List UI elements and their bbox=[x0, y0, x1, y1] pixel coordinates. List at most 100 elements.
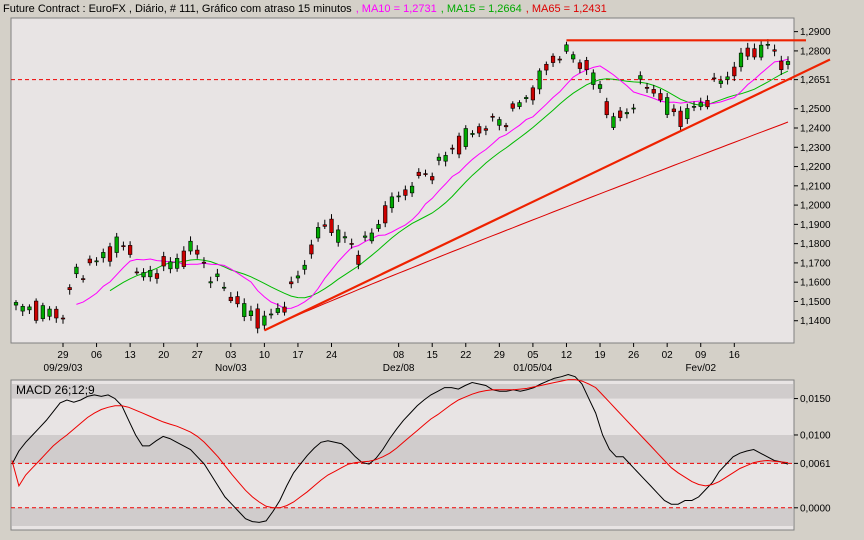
price-x-label: 16 bbox=[729, 350, 741, 361]
candle-body bbox=[618, 110, 623, 118]
price-y-label: 1,2800 bbox=[800, 46, 831, 57]
candle-body bbox=[611, 116, 616, 128]
candle-body bbox=[181, 250, 186, 267]
candle-body bbox=[685, 108, 690, 120]
candle-body bbox=[315, 227, 321, 239]
candle-body bbox=[571, 54, 576, 60]
candle-body bbox=[389, 196, 395, 209]
candle-body bbox=[577, 62, 582, 69]
candle-body bbox=[537, 70, 542, 90]
price-y-label: 1,1400 bbox=[800, 316, 831, 327]
candle-body bbox=[597, 84, 603, 89]
price-y-label: 1,2651 bbox=[800, 75, 831, 86]
candle-body bbox=[20, 306, 25, 312]
candle-body bbox=[497, 119, 502, 126]
candle-body bbox=[456, 135, 462, 155]
candle-body bbox=[215, 273, 220, 277]
candle-body bbox=[624, 112, 629, 115]
candle-body bbox=[289, 281, 294, 285]
macd-band bbox=[12, 434, 793, 464]
price-x-label: 27 bbox=[192, 350, 204, 361]
candle-body bbox=[81, 278, 86, 280]
candle-body bbox=[349, 243, 354, 245]
candle-body bbox=[510, 103, 515, 109]
ma10-label: , MA10 = 1,2731 bbox=[356, 3, 437, 15]
macd-y-label: 0,0000 bbox=[800, 503, 831, 514]
price-y-label: 1,1900 bbox=[800, 220, 831, 231]
svg-text:Future Contract : EuroFX , Diá: Future Contract : EuroFX , Diário, # 111… bbox=[3, 3, 607, 15]
price-x-label: 02 bbox=[662, 350, 674, 361]
price-x-label: 13 bbox=[125, 350, 137, 361]
candle-body bbox=[477, 126, 482, 134]
candle-body bbox=[13, 302, 19, 306]
candle-body bbox=[208, 281, 213, 284]
candle-body bbox=[651, 89, 656, 94]
candle-body bbox=[275, 308, 280, 313]
chart-window: Future Contract : EuroFX , Diário, # 111… bbox=[0, 0, 864, 535]
price-y-label: 1,2100 bbox=[800, 181, 831, 192]
candle-body bbox=[67, 287, 72, 290]
header-title: Future Contract : EuroFX , Diário, # 111… bbox=[3, 3, 352, 15]
price-x-sublabel: 09/29/03 bbox=[44, 363, 83, 374]
candle-body bbox=[517, 102, 522, 107]
candle-body bbox=[336, 229, 341, 243]
candle-body bbox=[114, 236, 119, 253]
candle-body bbox=[322, 224, 327, 227]
candle-body bbox=[268, 313, 274, 316]
candle-body bbox=[188, 240, 193, 252]
candle-body bbox=[705, 100, 710, 108]
candle-body bbox=[47, 308, 52, 317]
price-y-label: 1,2400 bbox=[800, 124, 831, 135]
price-y-label: 1,2300 bbox=[800, 143, 831, 154]
candle-body bbox=[282, 306, 287, 313]
price-x-axis: 29 06 13 20 27 03 10 17 24 08 15 22 29 05 12 19 26 02 09 16… bbox=[44, 343, 741, 374]
price-y-label: 1,2200 bbox=[800, 162, 831, 173]
candle-body bbox=[638, 75, 643, 80]
candle-body bbox=[195, 249, 200, 255]
macd-band bbox=[12, 507, 793, 526]
candle-body bbox=[738, 52, 744, 68]
candle-body bbox=[524, 97, 529, 99]
candle-body bbox=[396, 195, 401, 198]
price-y-label: 1,1700 bbox=[800, 258, 831, 269]
candle-body bbox=[409, 185, 415, 194]
candle-body bbox=[101, 252, 106, 259]
candle-body bbox=[168, 261, 173, 270]
price-panel[interactable] bbox=[10, 17, 795, 344]
candle-body bbox=[356, 254, 361, 265]
candle-body bbox=[87, 258, 92, 264]
chart-svg: Future Contract : EuroFX , Diário, # 111… bbox=[3, 3, 831, 531]
candle-body bbox=[383, 205, 388, 224]
candle-body bbox=[450, 147, 455, 150]
candle-body bbox=[201, 261, 207, 264]
price-x-label: 03 bbox=[225, 350, 237, 361]
price-x-label: 12 bbox=[561, 350, 573, 361]
ma15-label: , MA15 = 1,2664 bbox=[441, 3, 522, 15]
price-x-label: 26 bbox=[628, 350, 640, 361]
candle-body bbox=[161, 256, 166, 267]
candle-body bbox=[154, 273, 160, 279]
candle-body bbox=[329, 218, 334, 233]
price-x-label: 29 bbox=[494, 350, 506, 361]
macd-band bbox=[12, 384, 793, 399]
candle-body bbox=[222, 286, 227, 289]
candle-body bbox=[483, 128, 489, 131]
price-y-label: 1,2500 bbox=[800, 104, 831, 115]
candle-body bbox=[765, 43, 770, 46]
price-y-label: 1,2000 bbox=[800, 201, 831, 212]
candle-body bbox=[128, 245, 133, 255]
candle-body bbox=[718, 80, 723, 84]
ma65-label: , MA65 = 1,2431 bbox=[526, 3, 607, 15]
candle-body bbox=[430, 176, 435, 181]
candle-body bbox=[228, 296, 233, 302]
candle-body bbox=[141, 272, 146, 278]
candle-body bbox=[712, 77, 717, 80]
candle-body bbox=[785, 61, 791, 65]
candle-body bbox=[644, 86, 650, 89]
candle-body bbox=[436, 156, 442, 161]
price-y-label: 1,2900 bbox=[800, 27, 831, 38]
price-x-label: 19 bbox=[594, 350, 606, 361]
candle-body bbox=[362, 235, 368, 238]
candle-body bbox=[74, 266, 79, 275]
candle-body bbox=[503, 125, 509, 128]
